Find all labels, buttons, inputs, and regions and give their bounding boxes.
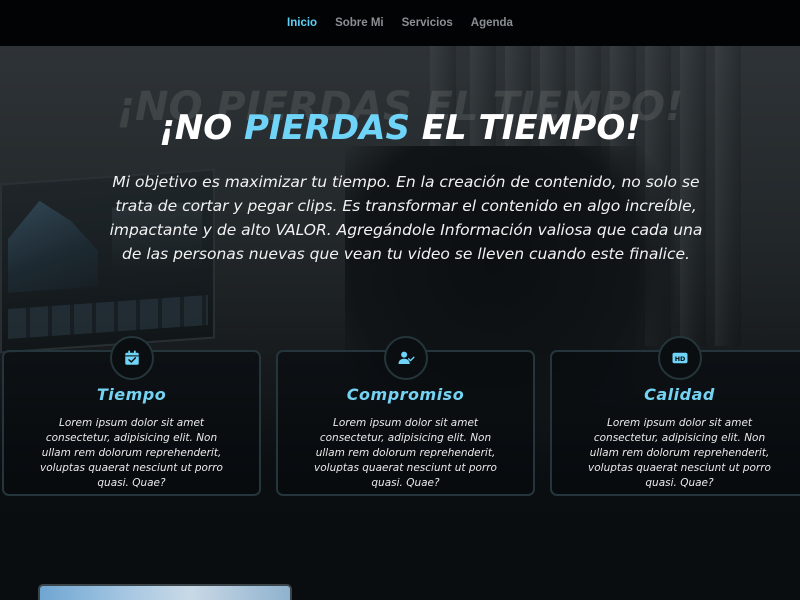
nav-link-inicio[interactable]: Inicio xyxy=(287,13,317,33)
card-text: Lorem ipsum dolor sit amet consectetur, … xyxy=(40,417,223,489)
hero-title: ¡NO PIERDAS EL TIEMPO! xyxy=(0,108,800,148)
card-text: Lorem ipsum dolor sit amet consectetur, … xyxy=(588,417,771,489)
user-check-glyph xyxy=(398,351,415,364)
hd-label: HD xyxy=(674,355,685,363)
hero-title-accent: PIERDAS xyxy=(243,108,410,148)
calendar-check-icon xyxy=(109,336,154,380)
nav-link-sobre-mi[interactable]: Sobre Mi xyxy=(335,13,384,33)
section-image-preview xyxy=(38,584,292,600)
hero-subtitle: Mi objetivo es maximizar tu tiempo. En l… xyxy=(109,173,703,263)
hd-icon: HD xyxy=(657,336,702,380)
hero-title-part2: EL TIEMPO! xyxy=(409,108,641,148)
hd-glyph: HD xyxy=(672,352,687,364)
card-title: Calidad xyxy=(644,385,715,404)
nav-link-agenda[interactable]: Agenda xyxy=(471,13,513,33)
feature-card-tiempo: Tiempo Lorem ipsum dolor sit amet consec… xyxy=(2,336,261,496)
nav-link-servicios[interactable]: Servicios xyxy=(402,13,453,33)
card-title: Compromiso xyxy=(346,385,465,404)
hero-title-part1: ¡NO xyxy=(159,108,244,148)
feature-card-calidad: HD Calidad Lorem ipsum dolor sit amet co… xyxy=(550,336,800,496)
monitor-timeline xyxy=(8,294,208,339)
card-title: Tiempo xyxy=(96,385,167,404)
calendar-check-glyph xyxy=(124,350,139,365)
feature-card-compromiso: Compromiso Lorem ipsum dolor sit amet co… xyxy=(276,336,535,496)
top-navigation: Inicio Sobre Mi Servicios Agenda xyxy=(0,0,800,46)
monitor-preview xyxy=(8,197,98,293)
card-text: Lorem ipsum dolor sit amet consectetur, … xyxy=(314,417,497,489)
user-check-icon xyxy=(383,336,428,380)
